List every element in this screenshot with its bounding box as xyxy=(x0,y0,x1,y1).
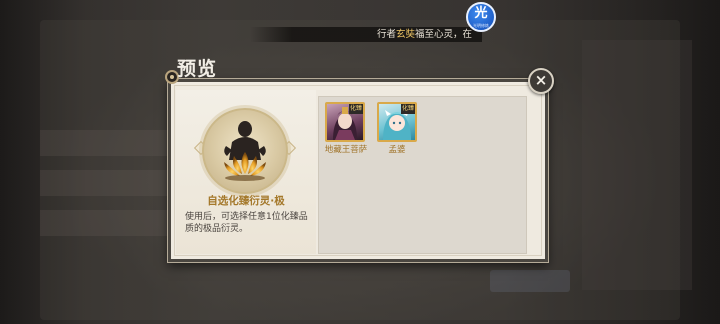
close-button[interactable]: × xyxy=(528,68,554,94)
marquee-suffix: 福至心灵，在 xyxy=(414,29,472,40)
lotus-figure-icon xyxy=(224,121,266,181)
item-name: 自选化臻衍灵·极 xyxy=(207,195,285,207)
event-badge-icon[interactable]: 光 光明修炼 xyxy=(466,2,496,32)
dialog-title: 预览 xyxy=(177,58,218,80)
hero-card-dizang[interactable]: 化臻 xyxy=(325,102,365,142)
hero-rarity-badge: 化臻 xyxy=(349,104,363,114)
item-description: 使用后，可选择任意1位化臻品质的极品衍灵。 xyxy=(185,212,308,234)
hero-rarity-badge: 化臻 xyxy=(401,104,415,114)
background-row xyxy=(40,130,180,156)
background-row xyxy=(40,210,180,236)
badge-subtext: 光明修炼 xyxy=(473,23,489,28)
hero-card-mengpo[interactable]: 化臻 xyxy=(377,102,417,142)
background-button xyxy=(490,270,570,292)
announcement-marquee: 行者玄奘福至心灵，在 xyxy=(250,27,482,42)
hero-name-mengpo: 孟婆 xyxy=(388,145,406,155)
close-icon: × xyxy=(534,71,548,89)
marquee-highlight: 玄奘 xyxy=(395,29,415,40)
background-side-panel xyxy=(582,40,692,290)
hero-name-dizang: 地藏王菩萨 xyxy=(324,145,368,155)
marquee-prefix: 行者 xyxy=(376,29,396,40)
badge-glyph: 光 xyxy=(474,6,488,21)
background-row xyxy=(40,170,180,196)
